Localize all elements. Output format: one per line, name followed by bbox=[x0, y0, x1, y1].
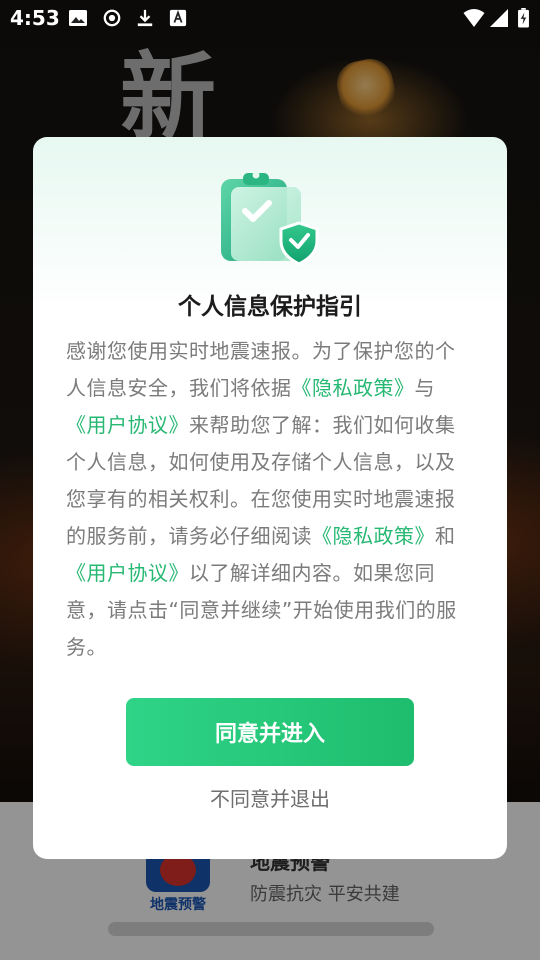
privacy-policy-link-2[interactable]: 《隐私政策》 bbox=[312, 524, 435, 548]
image-icon bbox=[69, 10, 87, 26]
cellular-signal-icon bbox=[490, 9, 508, 27]
download-icon bbox=[137, 9, 153, 27]
body-text-2: 与 bbox=[414, 376, 435, 400]
clipboard-shield-icon bbox=[221, 171, 319, 266]
disagree-and-exit-button[interactable]: 不同意并退出 bbox=[33, 783, 507, 812]
status-bar: 4:53 bbox=[0, 0, 540, 36]
status-time: 4:53 bbox=[10, 6, 60, 30]
font-a-icon bbox=[169, 9, 187, 27]
dialog-title: 个人信息保护指引 bbox=[178, 294, 362, 320]
dialog-body: 感谢您使用实时地震速报。为了保护您的个人信息安全，我们将依据《隐私政策》与《用户… bbox=[66, 333, 474, 666]
agree-and-enter-button[interactable]: 同意并进入 bbox=[126, 698, 414, 766]
record-icon bbox=[103, 9, 121, 27]
privacy-policy-link[interactable]: 《隐私政策》 bbox=[292, 376, 415, 400]
body-text-4: 和 bbox=[435, 524, 456, 548]
privacy-dialog: 个人信息保护指引 感谢您使用实时地震速报。为了保护您的个人信息安全，我们将依据《… bbox=[33, 137, 507, 859]
battery-charging-icon bbox=[518, 8, 529, 28]
wifi-icon bbox=[463, 9, 485, 27]
user-agreement-link-2[interactable]: 《用户协议》 bbox=[66, 561, 189, 585]
user-agreement-link[interactable]: 《用户协议》 bbox=[66, 413, 189, 437]
